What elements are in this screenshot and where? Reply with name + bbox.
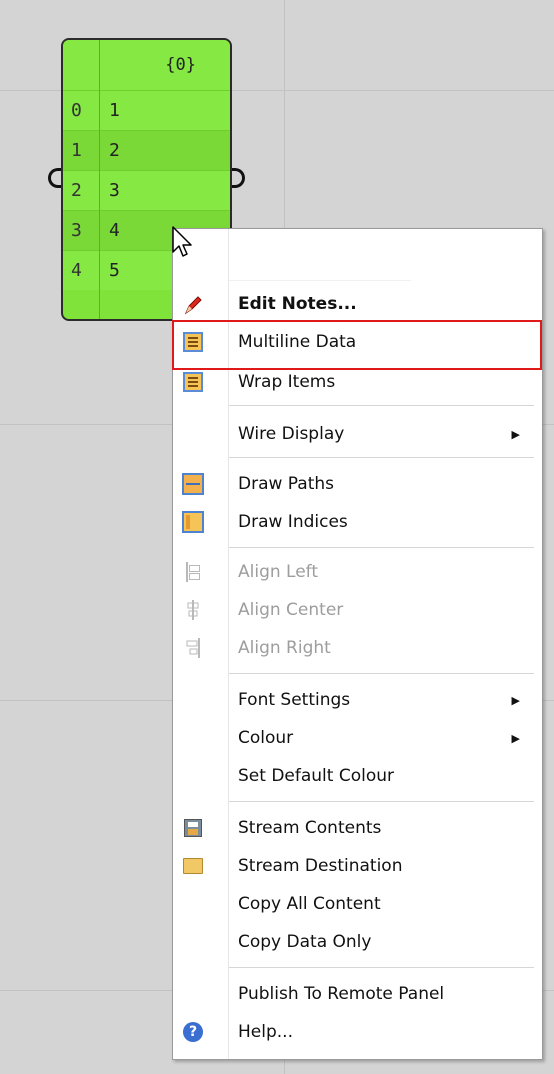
row-value: 5 <box>109 260 120 281</box>
menu-item-publish-remote-panel[interactable]: Publish To Remote Panel <box>173 975 542 1013</box>
menu-name-field[interactable] <box>229 232 411 281</box>
menu-item-label: Multiline Data <box>238 332 357 352</box>
pencil-icon <box>180 291 206 317</box>
row-index: 2 <box>71 180 82 201</box>
save-icon <box>180 815 206 841</box>
row-value: 2 <box>109 140 120 161</box>
panel-column-divider <box>99 40 100 319</box>
menu-item-edit-notes[interactable]: Edit Notes... <box>173 285 542 323</box>
row-value: 3 <box>109 180 120 201</box>
menu-item-label: Set Default Colour <box>238 766 394 786</box>
menu-item-label: Copy All Content <box>238 894 381 914</box>
menu-item-align-center: Align Center <box>173 591 542 629</box>
panel-row: 2 3 <box>63 170 230 210</box>
menu-item-label: Stream Destination <box>238 856 403 876</box>
menu-item-label: Align Right <box>238 638 331 658</box>
menu-separator <box>229 673 534 674</box>
multiline-icon <box>180 329 206 355</box>
context-menu: Edit Notes... Multiline Data Wrap Items … <box>172 228 543 1060</box>
indices-icon <box>180 509 206 535</box>
row-index: 4 <box>71 260 82 281</box>
menu-item-label: Wrap Items <box>238 372 336 392</box>
menu-item-help[interactable]: ? Help... <box>173 1013 542 1051</box>
menu-item-set-default-colour[interactable]: Set Default Colour <box>173 757 542 795</box>
submenu-arrow-icon: ▶ <box>511 731 520 745</box>
menu-item-label: Wire Display <box>238 424 345 444</box>
panel-row: 0 1 <box>63 90 230 130</box>
menu-separator <box>229 801 534 802</box>
submenu-arrow-icon: ▶ <box>511 693 520 707</box>
menu-item-draw-paths[interactable]: Draw Paths <box>173 465 542 503</box>
menu-item-align-left: Align Left <box>173 553 542 591</box>
row-value: 4 <box>109 220 120 241</box>
menu-separator <box>229 405 534 406</box>
menu-item-colour[interactable]: Colour ▶ <box>173 719 542 757</box>
menu-separator <box>229 547 534 548</box>
menu-item-align-right: Align Right <box>173 629 542 667</box>
menu-item-label: Help... <box>238 1022 293 1042</box>
row-index: 0 <box>71 100 82 121</box>
menu-item-label: Stream Contents <box>238 818 382 838</box>
menu-item-draw-indices[interactable]: Draw Indices <box>173 503 542 541</box>
help-icon: ? <box>180 1019 206 1045</box>
submenu-arrow-icon: ▶ <box>511 427 520 441</box>
paths-icon <box>180 471 206 497</box>
menu-item-label: Publish To Remote Panel <box>238 984 445 1004</box>
menu-item-label: Edit Notes... <box>238 294 357 314</box>
panel-row: 1 2 <box>63 130 230 170</box>
menu-item-multiline-data[interactable]: Multiline Data <box>173 323 542 361</box>
menu-item-stream-contents[interactable]: Stream Contents <box>173 809 542 847</box>
menu-item-wire-display[interactable]: Wire Display ▶ <box>173 415 542 453</box>
menu-item-label: Draw Indices <box>238 512 348 532</box>
menu-item-label: Align Left <box>238 562 319 582</box>
align-center-icon <box>180 597 206 623</box>
menu-item-label: Font Settings <box>238 690 351 710</box>
menu-item-label: Align Center <box>238 600 344 620</box>
align-left-icon <box>180 559 206 585</box>
row-index: 3 <box>71 220 82 241</box>
menu-separator <box>229 457 534 458</box>
panel-path-header: {0} <box>63 40 230 90</box>
folder-icon <box>180 853 206 879</box>
wrap-icon <box>180 369 206 395</box>
menu-item-copy-all-content[interactable]: Copy All Content <box>173 885 542 923</box>
menu-item-label: Copy Data Only <box>238 932 372 952</box>
menu-separator <box>229 967 534 968</box>
align-right-icon <box>180 635 206 661</box>
menu-item-label: Colour <box>238 728 294 748</box>
mouse-cursor-icon <box>172 226 194 260</box>
menu-item-label: Draw Paths <box>238 474 335 494</box>
row-value: 1 <box>109 100 120 121</box>
menu-item-wrap-items[interactable]: Wrap Items <box>173 363 542 401</box>
menu-item-font-settings[interactable]: Font Settings ▶ <box>173 681 542 719</box>
row-index: 1 <box>71 140 82 161</box>
menu-item-copy-data-only[interactable]: Copy Data Only <box>173 923 542 961</box>
menu-item-stream-destination[interactable]: Stream Destination <box>173 847 542 885</box>
